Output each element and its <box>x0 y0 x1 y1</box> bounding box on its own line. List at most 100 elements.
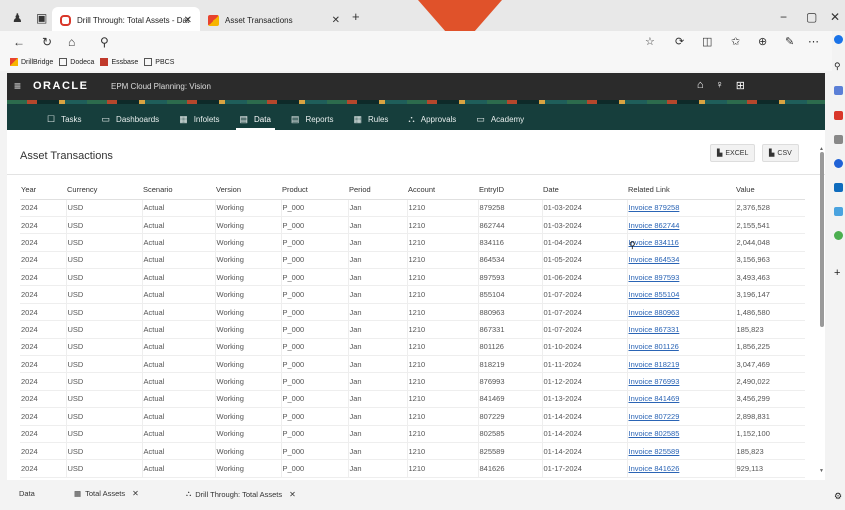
related-link[interactable]: Invoice 876993 <box>626 372 735 391</box>
table-cell: Actual <box>141 216 215 235</box>
bookmark-essbase[interactable]: Essbase <box>100 58 138 66</box>
nav-tasks[interactable]: ☐ Tasks <box>37 110 92 128</box>
column-header[interactable]: Year <box>20 180 66 200</box>
bottom-tab-total-assets[interactable]: ▦ Total Assets ✕ <box>74 489 139 498</box>
table-cell: 1210 <box>406 372 478 391</box>
bottom-tab-data[interactable]: Data <box>19 489 35 498</box>
export-csv-button[interactable]: ▙ CSV <box>762 144 799 162</box>
close-icon[interactable]: ✕ <box>289 490 296 499</box>
drop-icon[interactable] <box>834 207 843 216</box>
table-cell: 01-14-2024 <box>541 442 627 461</box>
minimize-button[interactable]: − <box>780 10 787 24</box>
table-cell: P_000 <box>280 268 348 287</box>
table-cell: 1210 <box>406 338 478 357</box>
nav-infolets[interactable]: ▦ Infolets <box>169 110 229 128</box>
bookmark-pbcs[interactable]: PBCS <box>144 58 174 66</box>
nav-rules[interactable]: ▦ Rules <box>343 110 398 128</box>
column-header[interactable]: Account <box>407 180 478 200</box>
close-tab-icon[interactable]: ✕ <box>184 15 192 26</box>
browser-tab-drill-through[interactable]: Drill Through: Total Assets - Dat ✕ <box>52 7 200 33</box>
table-cell: 2024 <box>20 372 66 391</box>
table-cell: 818219 <box>477 355 542 374</box>
browser-extension-icon[interactable]: ⟳ <box>675 35 684 48</box>
table-cell: P_000 <box>280 425 348 443</box>
related-link[interactable]: Invoice 818219 <box>626 355 735 374</box>
related-link[interactable]: Invoice 807229 <box>626 407 735 426</box>
outlook-icon[interactable] <box>834 183 843 192</box>
table-cell: Jan <box>347 199 407 217</box>
games-icon[interactable] <box>834 135 843 144</box>
table-cell: Working <box>214 285 281 304</box>
related-link[interactable]: Invoice 841626 <box>626 459 735 478</box>
hamburger-menu-icon[interactable]: ≡ <box>14 79 21 93</box>
column-header[interactable]: Version <box>215 180 281 200</box>
related-link[interactable]: Invoice 897593 <box>626 268 735 287</box>
back-icon[interactable]: ← <box>13 35 25 49</box>
related-link[interactable]: Invoice 879258 <box>626 199 735 217</box>
table-cell: P_000 <box>280 442 348 461</box>
related-link[interactable]: Invoice 825589 <box>626 442 735 461</box>
related-link[interactable]: Invoice 802585 <box>626 425 735 443</box>
profile-icon[interactable]: ♟ <box>12 11 23 25</box>
nav-academy[interactable]: ▭ Academy <box>466 110 534 128</box>
bottom-tab-drill-through[interactable]: ⛬ Drill Through: Total Assets ✕ <box>186 489 296 499</box>
column-header[interactable]: Value <box>735 180 805 200</box>
gear-icon[interactable]: ⚙ <box>834 491 842 502</box>
scroll-down-arrow[interactable]: ▼ <box>819 468 824 474</box>
search-icon[interactable]: ⚲ <box>834 61 841 72</box>
related-link[interactable]: Invoice 862744 <box>626 216 735 235</box>
favorites-icon[interactable]: ✩ <box>731 35 740 48</box>
related-link[interactable]: Invoice 880963 <box>626 303 735 322</box>
scrollbar-thumb[interactable] <box>820 152 824 327</box>
close-tab-icon[interactable]: ✕ <box>332 15 340 26</box>
add-icon[interactable]: + <box>834 267 840 279</box>
copilot-icon[interactable] <box>834 35 843 44</box>
tree-icon[interactable] <box>834 231 843 240</box>
bottom-tab-bar: Data ▦ Total Assets ✕ ⛬ Drill Through: Tota… <box>0 480 832 510</box>
accessibility-icon[interactable]: ♀ <box>716 79 724 92</box>
site-info-icon[interactable]: ⚲ <box>100 35 109 49</box>
favorite-star-icon[interactable]: ☆ <box>645 35 655 48</box>
column-header[interactable]: Related Link <box>627 180 735 200</box>
browser-tab-asset-transactions[interactable]: Asset Transactions ✕ <box>200 7 348 33</box>
refresh-icon[interactable]: ↻ <box>42 35 52 49</box>
column-header[interactable]: Currency <box>66 180 142 200</box>
nav-reports[interactable]: ▤ Reports <box>281 110 344 128</box>
export-excel-button[interactable]: ▙ EXCEL <box>710 144 756 162</box>
tag-icon[interactable] <box>834 86 843 95</box>
column-header[interactable]: Date <box>542 180 627 200</box>
column-header[interactable]: Period <box>348 180 407 200</box>
close-window-button[interactable]: ✕ <box>830 10 840 24</box>
bookmark-drillbridge[interactable]: DrillBridge <box>10 58 53 66</box>
collections-icon[interactable]: ⊕ <box>758 35 767 48</box>
tab-actions-icon[interactable]: ▣ <box>36 11 47 25</box>
home-icon[interactable]: ⌂ <box>68 35 75 49</box>
nav-approvals[interactable]: ⛬ Approvals <box>398 110 466 128</box>
column-header[interactable]: Product <box>281 180 348 200</box>
home-icon[interactable]: ⌂ <box>697 79 704 92</box>
table-cell: USD <box>65 338 142 357</box>
related-link[interactable]: Invoice 864534 <box>626 251 735 270</box>
more-menu-icon[interactable]: ⋯ <box>808 35 819 48</box>
reading-mode-icon[interactable]: ◫ <box>702 35 712 48</box>
edge-icon[interactable] <box>834 159 843 168</box>
related-link[interactable]: Invoice 801126 <box>626 338 735 357</box>
extensions-icon[interactable]: ✎ <box>785 35 794 48</box>
related-link[interactable]: Invoice 834116 <box>626 233 735 252</box>
related-link[interactable]: Invoice 855104 <box>626 285 735 304</box>
restore-button[interactable]: ▢ <box>806 10 817 24</box>
bookmark-dodeca[interactable]: Dodeca <box>59 58 94 66</box>
close-icon[interactable]: ✕ <box>132 489 139 498</box>
related-link[interactable]: Invoice 867331 <box>626 320 735 339</box>
table-row: 2024 USD Actual Working P_000 Jan 1210 862744 01… <box>20 216 805 235</box>
nav-dashboards[interactable]: ▭ Dashboards <box>92 110 170 128</box>
nav-data[interactable]: ▤ Data <box>230 110 281 130</box>
table-cell: 864534 <box>477 251 542 270</box>
new-tab-button[interactable]: + <box>352 9 360 24</box>
briefcase-icon[interactable] <box>834 111 843 120</box>
related-link[interactable]: Invoice 841469 <box>626 390 735 409</box>
column-header[interactable]: Scenario <box>142 180 215 200</box>
navigator-grid-icon[interactable]: ⊞ <box>736 79 745 92</box>
vertical-scrollbar[interactable]: ▲ ▼ <box>819 146 825 476</box>
column-header[interactable]: EntryID <box>478 180 542 200</box>
